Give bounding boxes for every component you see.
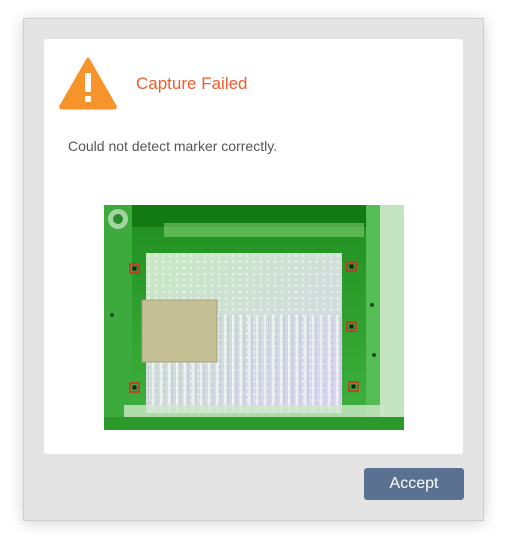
capture-image [104, 205, 404, 430]
dialog-content: Capture Failed Could not detect marker c… [44, 39, 463, 454]
accept-button[interactable]: Accept [364, 468, 464, 500]
dialog-window: Capture Failed Could not detect marker c… [23, 18, 484, 521]
dialog-message: Could not detect marker correctly. [68, 138, 278, 154]
dialog-title: Capture Failed [136, 74, 248, 93]
capture-image-graphic [104, 205, 404, 430]
warning-icon [59, 57, 117, 110]
